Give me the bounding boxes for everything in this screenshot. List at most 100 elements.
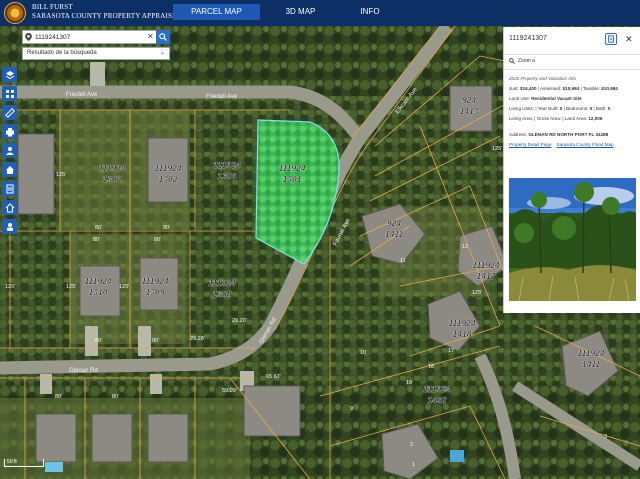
- dimension-label: 18: [428, 364, 434, 370]
- dimension-label: 1: [412, 462, 415, 468]
- taxable-label: Taxable:: [582, 86, 600, 91]
- zoom-to-button[interactable]: Zoom a: [509, 58, 535, 64]
- reports-icon: [6, 184, 13, 193]
- valuation-row: Just: $16,400 | Assessed: $10,984 | Taxa…: [509, 86, 618, 91]
- units-row: Living Units: | Year Built: 0 | Bedrooms…: [509, 106, 611, 111]
- close-icon: ✕: [625, 34, 633, 44]
- street-label: Friedell Ave: [206, 94, 238, 100]
- dimension-label: 19: [406, 380, 412, 386]
- reports-button[interactable]: [2, 181, 17, 196]
- parcel-label: 924 1411: [385, 218, 404, 239]
- dimension-label: 17: [448, 348, 454, 354]
- gross-area-label: Gross Area:: [536, 116, 562, 121]
- document-icon: [608, 35, 614, 43]
- tab-info[interactable]: INFO: [350, 4, 390, 20]
- dimension-label: 80': [112, 394, 119, 400]
- scale-label: 50 ft: [7, 459, 17, 465]
- dimension-label: 11: [400, 258, 406, 264]
- property-detail-link[interactable]: Property Detail Page: [509, 142, 551, 147]
- search-results-dropdown[interactable]: Resultado de la búsqueda ⌄: [22, 47, 170, 60]
- app-window: BILL FURST SARASOTA COUNTY PROPERTY APPR…: [0, 0, 640, 479]
- clear-icon[interactable]: ✕: [147, 32, 154, 42]
- divider: [504, 69, 640, 70]
- land-area-label: Land Area:: [564, 116, 588, 121]
- grid-button[interactable]: [2, 86, 17, 101]
- dimension-label: 80': [55, 394, 62, 400]
- dimension-label: 125': [56, 172, 66, 178]
- dimension-label: 80': [93, 237, 100, 243]
- map-toolbar: [2, 67, 18, 238]
- dimension-label: 125': [472, 290, 482, 296]
- address-label: Address:: [509, 132, 528, 137]
- parcel-photo[interactable]: [509, 178, 636, 301]
- flood-map-link[interactable]: Sarasota County Flood Map: [557, 142, 614, 147]
- dimension-label: 3: [604, 434, 607, 440]
- dimension-label: 9: [350, 406, 353, 412]
- dimension-label: 125': [66, 284, 76, 290]
- assessed-value: $10,984: [562, 86, 580, 91]
- ruler-icon: [4, 107, 15, 118]
- brand-subtitle: SARASOTA COUNTY PROPERTY APPRAISER: [32, 12, 182, 20]
- living-area-label: Living Area:: [509, 116, 534, 121]
- dimension-label: 29.20': [232, 318, 247, 324]
- home-alt-icon: [5, 202, 14, 212]
- brand: BILL FURST SARASOTA COUNTY PROPERTY APPR…: [32, 3, 181, 21]
- taxable-value: $10,984: [601, 86, 618, 91]
- search-button[interactable]: [156, 30, 170, 44]
- dimension-label: 29.28': [190, 336, 205, 342]
- home-button[interactable]: [2, 162, 17, 177]
- zoom-label: Zoom a: [518, 58, 535, 64]
- parcel-id-title: 1119241307: [509, 35, 547, 42]
- measure-button[interactable]: [2, 105, 17, 120]
- just-label: Just:: [509, 86, 519, 91]
- chevron-down-icon: ⌄: [159, 50, 165, 56]
- dimension-label: 80': [154, 237, 161, 243]
- home-icon: [5, 165, 14, 174]
- county-seal-logo: [4, 2, 26, 24]
- user-icon: [6, 222, 13, 231]
- dimension-label: 80': [163, 225, 170, 231]
- address-row: Address: GLENAN RD NORTH PORT FL 34288: [509, 130, 637, 140]
- dimension-label: 125': [5, 284, 15, 290]
- dimension-label: 12: [462, 244, 468, 250]
- land-use-value: Residential Vacant Site: [531, 96, 582, 101]
- street-label: Friedell Ave: [66, 92, 98, 98]
- address-value: GLENAN RD NORTH PORT FL 34288: [528, 132, 609, 137]
- print-button[interactable]: [2, 124, 17, 139]
- dimension-label: 80': [152, 338, 159, 344]
- values-title: 2026 Property and Valuation Info: [509, 76, 576, 81]
- search-icon: [159, 33, 167, 41]
- share-button[interactable]: [2, 143, 17, 158]
- map-scale-bar: 50 ft: [4, 459, 44, 467]
- brand-name: BILL FURST: [32, 3, 73, 11]
- just-value: $16,400: [519, 86, 537, 91]
- dimension-label: 125': [492, 146, 502, 152]
- parcel-label: 924 1413: [460, 95, 479, 116]
- street-label: Glenan Rd: [69, 368, 98, 374]
- dimension-label: 2: [410, 442, 413, 448]
- assessed-label: Assessed:: [540, 86, 562, 91]
- living-units-label: Living Units:: [509, 106, 535, 111]
- print-icon: [5, 127, 14, 136]
- bedrooms-label: Bedrooms:: [566, 106, 589, 111]
- user-button[interactable]: [2, 219, 17, 234]
- layers-button[interactable]: [2, 67, 17, 82]
- land-use-row: Land Use: Residential Vacant Site: [509, 94, 637, 104]
- year-built-value: 0: [559, 106, 563, 111]
- home-alt-button[interactable]: [2, 200, 17, 215]
- share-icon: [5, 146, 14, 155]
- tab-3d-map[interactable]: 3D MAP: [278, 4, 323, 20]
- search-box: ✕: [22, 30, 170, 44]
- tab-parcel-map[interactable]: PARCEL MAP: [173, 4, 260, 20]
- search-input[interactable]: [23, 31, 143, 43]
- bath-value: 0: [607, 106, 611, 111]
- dimension-label: 80': [95, 225, 102, 231]
- area-row: Living Area: | Gross Area: | Land Area: …: [509, 116, 603, 121]
- dimension-label: 59.09': [222, 388, 237, 394]
- document-button[interactable]: [605, 33, 617, 45]
- dimension-label: 80': [95, 338, 102, 344]
- top-navigation-bar: BILL FURST SARASOTA COUNTY PROPERTY APPR…: [0, 0, 640, 26]
- links-row: Property Detail Page Sarasota County Flo…: [509, 140, 637, 150]
- search-panel: ✕ Resultado de la búsqueda ⌄: [22, 30, 170, 60]
- close-button[interactable]: ✕: [625, 33, 633, 45]
